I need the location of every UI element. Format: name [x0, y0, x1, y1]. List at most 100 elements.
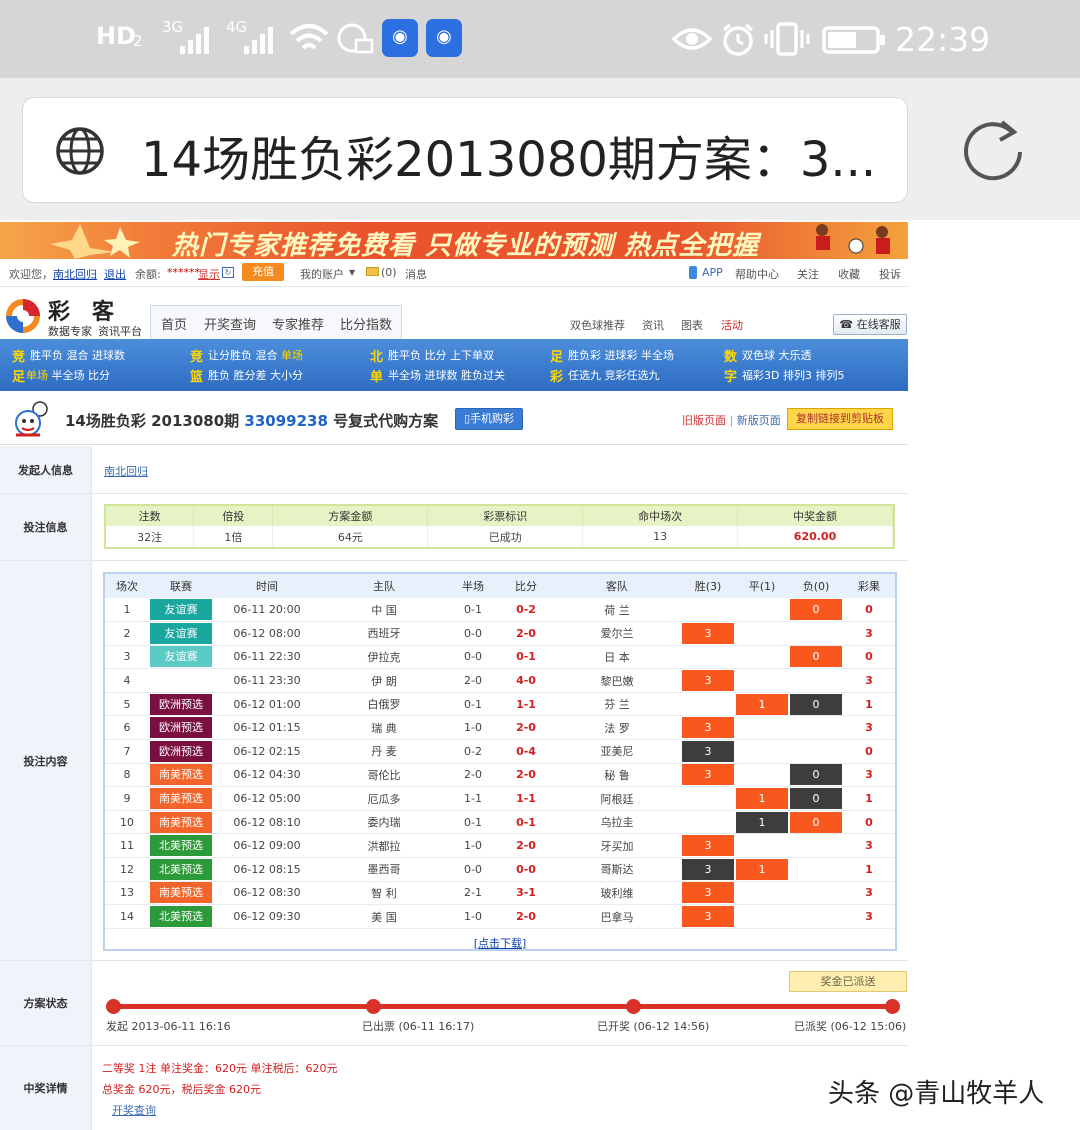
pick-draw: 1 [736, 811, 788, 833]
cell-away: 亚美尼 [553, 739, 681, 764]
final-score: 0-1 [516, 650, 536, 664]
category-link[interactable]: 胜分差 [234, 369, 267, 382]
mobile-phone-icon [689, 266, 697, 279]
col-header: 命中场次 [582, 506, 739, 526]
category-link[interactable]: 进球彩 [605, 349, 638, 362]
match-result: 1 [865, 862, 873, 876]
category-tag: 彩 [550, 370, 564, 385]
cell-score: 1-1 [499, 786, 553, 811]
cell-home: 哥伦比 [321, 763, 447, 788]
pick-win: 3 [682, 906, 734, 928]
category-link[interactable]: 福彩3D [742, 369, 779, 382]
nav-tab-experts[interactable]: 专家推荐 [272, 314, 324, 333]
nav-tab-results[interactable]: 开奖查询 [204, 314, 256, 333]
category-link[interactable]: 排列5 [815, 369, 844, 382]
league-badge: 欧洲预选 [150, 740, 212, 762]
category-link[interactable]: 竞彩任选九 [605, 369, 660, 382]
final-score: 0-4 [516, 744, 536, 758]
prize-amount: 620.00 [737, 526, 893, 547]
category-link[interactable]: 进球数 [92, 349, 125, 362]
match-result: 0 [865, 603, 873, 617]
cell-no: 3 [105, 645, 149, 670]
reload-icon[interactable] [960, 116, 1026, 184]
account-menu[interactable]: 我的账户 [300, 266, 344, 282]
nav-link-news[interactable]: 资讯 [642, 317, 664, 333]
wifi-icon [289, 24, 329, 50]
category-link[interactable]: 胜负过关 [461, 369, 505, 382]
draw-query-link[interactable]: 开奖查询 [102, 1100, 337, 1121]
category-link[interactable]: 上下单双 [450, 349, 494, 362]
category-link[interactable]: 大乐透 [779, 349, 812, 362]
promo-banner[interactable]: 热门专家推荐免费看 只做专业的预测 热点全把握 [0, 222, 908, 261]
pick-loss: 0 [790, 788, 842, 810]
category-link[interactable]: 胜平负 [30, 349, 63, 362]
away-team: 巴拿马 [600, 910, 634, 924]
initiator-link[interactable]: 南北回归 [104, 463, 148, 479]
mobile-buy-button[interactable]: ▯手机购彩 [455, 408, 523, 430]
category-link[interactable]: 让分胜负 [208, 349, 252, 362]
download-link[interactable]: [点击下载] [105, 929, 895, 951]
cell-result: 0 [843, 645, 895, 670]
cell-loss [789, 715, 843, 741]
col-header: 中奖金额 [737, 506, 893, 526]
cell-half: 2-0 [447, 763, 499, 788]
follow-link[interactable]: 关注 [797, 266, 819, 282]
category-link[interactable]: 排列3 [783, 369, 812, 382]
cell-home: 丹 麦 [321, 739, 447, 764]
category-link[interactable]: 任选九 [568, 369, 601, 382]
cell-home: 伊拉克 [321, 645, 447, 670]
nav-tab-scores[interactable]: 比分指数 [340, 314, 392, 333]
match-number: 8 [123, 768, 131, 782]
online-service-button[interactable]: ☎ 在线客服 [833, 314, 907, 335]
match-time: 06-12 09:30 [233, 910, 301, 924]
copy-link-button[interactable]: 复制链接到剪贴板 [787, 408, 893, 430]
category-link[interactable]: 胜平负 [388, 349, 421, 362]
category-link-highlight[interactable]: 单场 [281, 349, 303, 362]
category-link[interactable]: 半全场 [52, 369, 85, 382]
category-link[interactable]: 进球数 [425, 369, 458, 382]
help-center-link[interactable]: 帮助中心 [735, 266, 779, 282]
recharge-button[interactable]: 充值 [242, 263, 284, 281]
category-link[interactable]: 半全场 [641, 349, 674, 362]
nav-link-charts[interactable]: 图表 [681, 317, 703, 333]
cell-result: 0 [843, 810, 895, 835]
category-link[interactable]: 半全场 [388, 369, 421, 382]
category-link[interactable]: 比分 [88, 369, 110, 382]
away-team: 黎巴嫩 [600, 674, 634, 688]
category-link[interactable]: 双色球 [742, 349, 775, 362]
favorite-link[interactable]: 收藏 [838, 266, 860, 282]
category-link-highlight[interactable]: 单场 [26, 369, 48, 382]
app-link[interactable]: APP [702, 266, 723, 279]
address-bar[interactable]: 14场胜负彩2013080期方案：3... [22, 97, 908, 203]
nav-link-events[interactable]: 活动 [721, 317, 743, 333]
logout-link[interactable]: 退出 [104, 266, 126, 282]
category-link[interactable]: 混合 [256, 349, 278, 362]
category-link[interactable]: 胜负 [208, 369, 230, 382]
site-logo[interactable]: 彩客 数据专家 资讯平台 [0, 288, 150, 340]
new-version-link[interactable]: 新版页面 [737, 414, 781, 427]
category-tag: 足 [550, 350, 564, 365]
old-version-link[interactable]: 旧版页面 [682, 414, 726, 427]
cell-home: 中 国 [321, 598, 447, 623]
show-balance-link[interactable]: 显示 [198, 266, 220, 282]
cell-away: 哥斯达 [553, 857, 681, 882]
nav-tab-home[interactable]: 首页 [161, 314, 187, 333]
cell-league [149, 668, 213, 693]
final-score: 0-0 [516, 862, 536, 876]
category-link[interactable]: 大小分 [270, 369, 303, 382]
final-score: 2-0 [516, 839, 536, 853]
cell-draw: 1 [735, 857, 789, 882]
messages-link[interactable]: 消息 [405, 266, 427, 282]
complain-link[interactable]: 投诉 [879, 266, 901, 282]
category-link[interactable]: 比分 [425, 349, 447, 362]
refresh-icon[interactable]: ↻ [222, 267, 234, 278]
username-link[interactable]: 南北回归 [53, 266, 97, 282]
category-link[interactable]: 混合 [67, 349, 89, 362]
cell-no: 12 [105, 857, 149, 882]
prize-label: 中奖详情 [0, 1046, 92, 1130]
cell-away: 秘 鲁 [553, 763, 681, 788]
col-header: 平(1) [735, 574, 789, 598]
category-link[interactable]: 胜负彩 [568, 349, 601, 362]
nav-link-ssq[interactable]: 双色球推荐 [570, 317, 625, 333]
mail-icon[interactable] [366, 267, 379, 276]
